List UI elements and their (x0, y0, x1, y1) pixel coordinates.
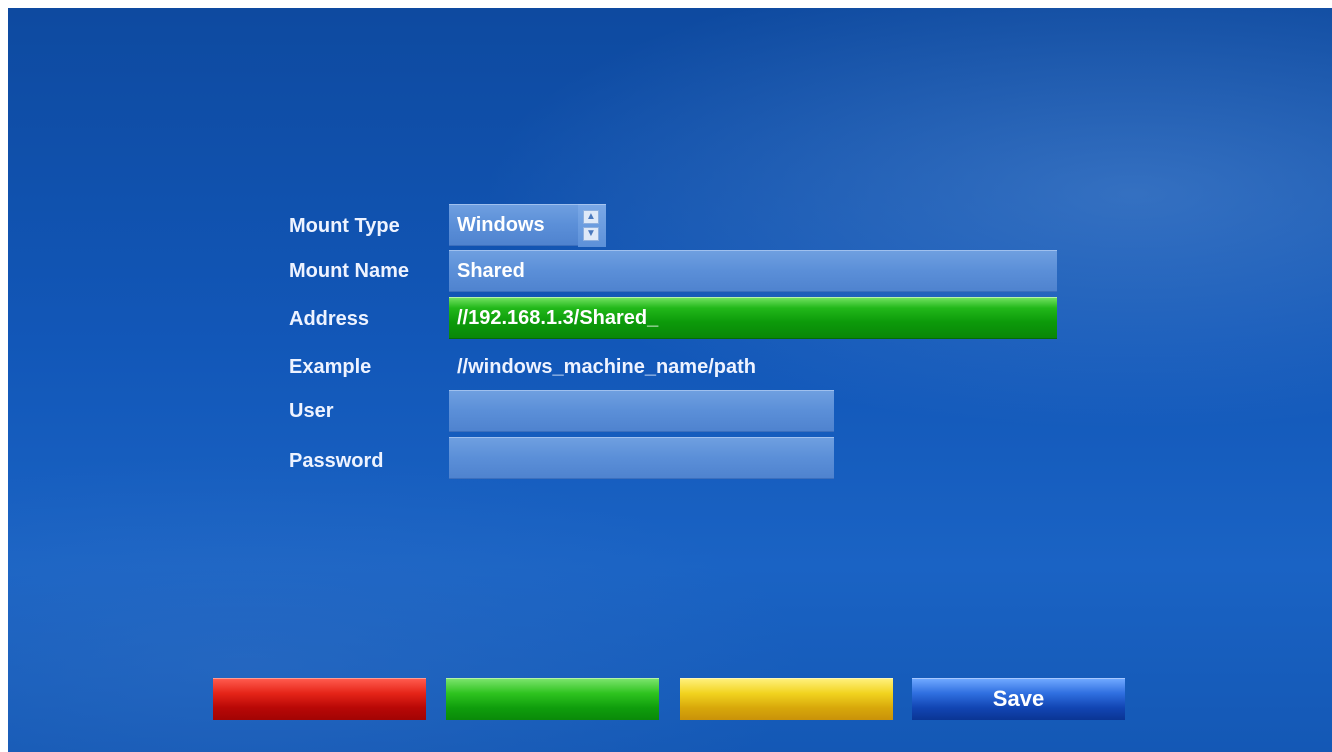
mount-type-select[interactable]: Windows (449, 204, 578, 246)
example-label: Example (289, 356, 372, 378)
mount-type-label: Mount Type (289, 215, 400, 237)
password-label: Password (289, 450, 384, 472)
red-button[interactable] (213, 678, 426, 720)
user-label: User (289, 400, 334, 422)
green-button[interactable] (446, 678, 659, 720)
mount-name-label: Mount Name (289, 260, 409, 282)
chevron-down-icon[interactable]: ▼ (583, 227, 599, 241)
user-field[interactable] (449, 390, 834, 432)
mount-type-spinner[interactable]: ▲ ▼ (578, 204, 606, 247)
mount-settings-screen: Mount Type Windows ▲ ▼ Mount Name Shared… (8, 8, 1332, 752)
save-button[interactable]: Save (912, 678, 1125, 720)
address-field[interactable]: //192.168.1.3/Shared_ (449, 297, 1057, 339)
example-value: //windows_machine_name/path (457, 356, 756, 378)
mount-name-field[interactable]: Shared (449, 250, 1057, 292)
yellow-button[interactable] (680, 678, 893, 720)
address-label: Address (289, 308, 370, 330)
password-field[interactable] (449, 437, 834, 479)
chevron-up-icon[interactable]: ▲ (583, 210, 599, 224)
